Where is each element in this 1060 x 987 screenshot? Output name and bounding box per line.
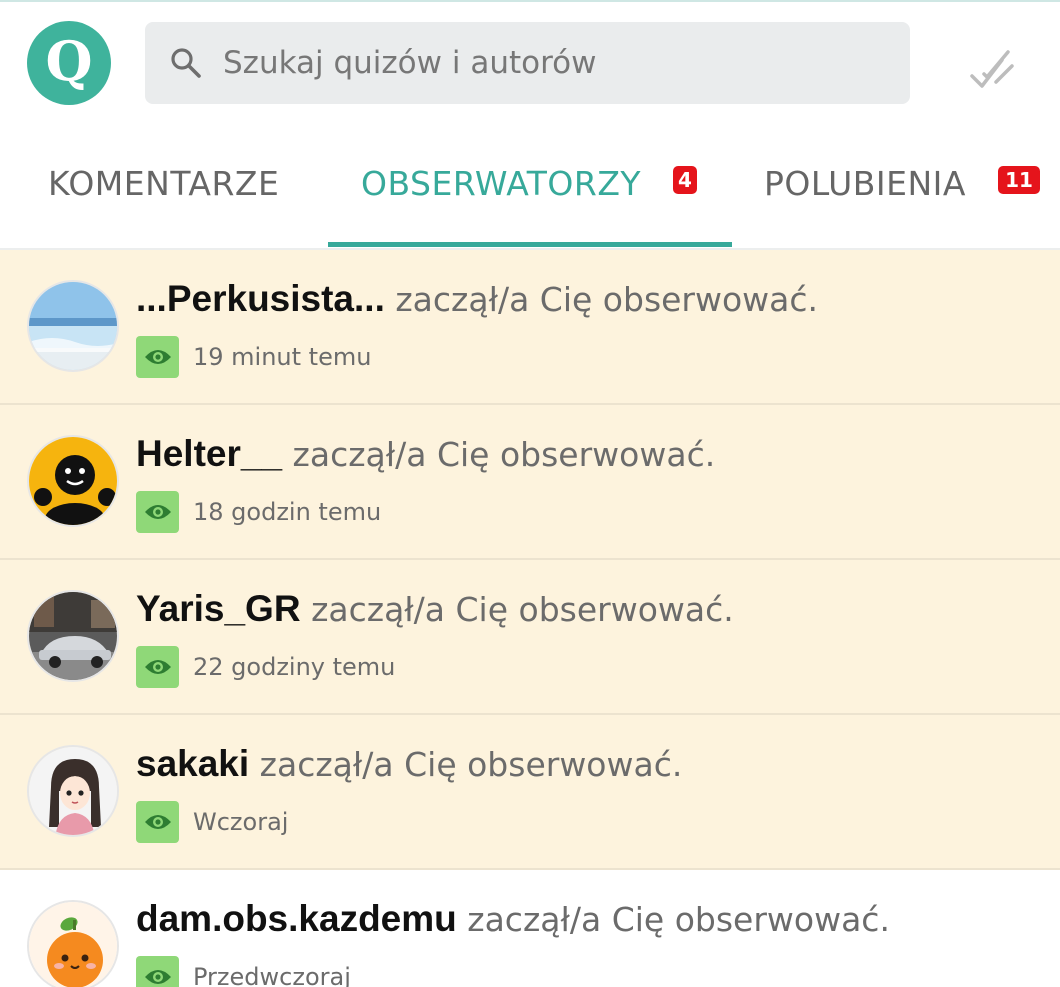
notification-action: zaczął/a Cię obserwować. <box>311 590 734 629</box>
username[interactable]: Helter__ <box>136 433 282 474</box>
username[interactable]: dam.obs.kazdemu <box>136 898 457 939</box>
notification-text: Yaris_GR zaczął/a Cię obserwować. <box>136 588 734 630</box>
avatar[interactable] <box>27 590 119 682</box>
logo-letter: Q <box>45 29 93 93</box>
app-logo[interactable]: Q <box>27 21 111 105</box>
timestamp: 18 godzin temu <box>193 498 382 526</box>
app-header: Q <box>0 0 1060 126</box>
tab-label: POLUBIENIA <box>764 164 966 203</box>
notification-action: zaczął/a Cię obserwować. <box>259 745 683 784</box>
tab-komentarze[interactable]: KOMENTARZE <box>48 164 279 203</box>
notification-meta: 19 minut temu <box>136 336 371 378</box>
eye-icon <box>136 801 179 843</box>
notification-text: Helter__ zaczął/a Cię obserwować. <box>136 433 715 475</box>
notification-list: ...Perkusista... zaczął/a Cię obserwować… <box>0 250 1060 987</box>
notification-row[interactable]: sakaki zaczął/a Cię obserwować. Wczoraj <box>0 715 1060 870</box>
avatar[interactable] <box>27 435 119 527</box>
tab-label: OBSERWATORZY <box>361 164 642 203</box>
notification-meta: Przedwczoraj <box>136 956 351 987</box>
notification-row[interactable]: dam.obs.kazdemu zaczął/a Cię obserwować.… <box>0 870 1060 987</box>
sea-photo-icon <box>29 282 117 370</box>
notification-action: zaczął/a Cię obserwować. <box>467 900 890 939</box>
car-photo-icon <box>29 592 117 680</box>
search-bar[interactable] <box>145 22 910 104</box>
notification-text: dam.obs.kazdemu zaczął/a Cię obserwować. <box>136 898 890 940</box>
avatar[interactable] <box>27 280 119 372</box>
search-icon <box>171 48 201 78</box>
notification-text: ...Perkusista... zaczął/a Cię obserwować… <box>136 278 818 320</box>
username[interactable]: ...Perkusista... <box>136 278 385 319</box>
anime-girl-icon <box>29 747 117 835</box>
notification-meta: 22 godziny temu <box>136 646 395 688</box>
notification-row[interactable]: Yaris_GR zaczął/a Cię obserwować. 22 god… <box>0 560 1060 715</box>
tab-label: KOMENTARZE <box>48 164 280 203</box>
timestamp: Przedwczoraj <box>193 963 351 987</box>
eye-icon <box>136 956 179 987</box>
notification-row[interactable]: ...Perkusista... zaczął/a Cię obserwować… <box>0 250 1060 405</box>
notification-text: sakaki zaczął/a Cię obserwować. <box>136 743 682 785</box>
username[interactable]: sakaki <box>136 743 249 784</box>
notification-action: zaczął/a Cię obserwować. <box>292 435 716 474</box>
search-input[interactable] <box>223 45 863 81</box>
eye-icon <box>136 646 179 688</box>
timestamp: 22 godziny temu <box>193 653 396 681</box>
notification-meta: 18 godzin temu <box>136 491 381 533</box>
orange-character-icon <box>29 902 117 987</box>
avatar[interactable] <box>27 900 119 987</box>
eye-icon <box>136 336 179 378</box>
tab-obserwatorzy[interactable]: OBSERWATORZY <box>361 164 641 203</box>
active-tab-indicator <box>328 242 732 247</box>
notification-action: zaczął/a Cię obserwować. <box>395 280 819 319</box>
notification-row[interactable]: Helter__ zaczął/a Cię obserwować. 18 god… <box>0 405 1060 560</box>
timestamp: 19 minut temu <box>193 343 372 371</box>
timestamp: Wczoraj <box>193 808 289 836</box>
tab-polubienia[interactable]: POLUBIENIA <box>764 164 966 203</box>
notification-meta: Wczoraj <box>136 801 288 843</box>
mark-all-read-icon[interactable] <box>968 48 1018 90</box>
avatar[interactable] <box>27 745 119 837</box>
smiley-face-icon <box>29 437 117 525</box>
tab-badge-obserwatorzy: 4 <box>673 166 697 194</box>
tab-badge-polubienia: 11 <box>998 166 1040 194</box>
eye-icon <box>136 491 179 533</box>
notification-tabs: KOMENTARZE OBSERWATORZY 4 POLUBIENIA 11 <box>0 126 1060 250</box>
username[interactable]: Yaris_GR <box>136 588 301 629</box>
